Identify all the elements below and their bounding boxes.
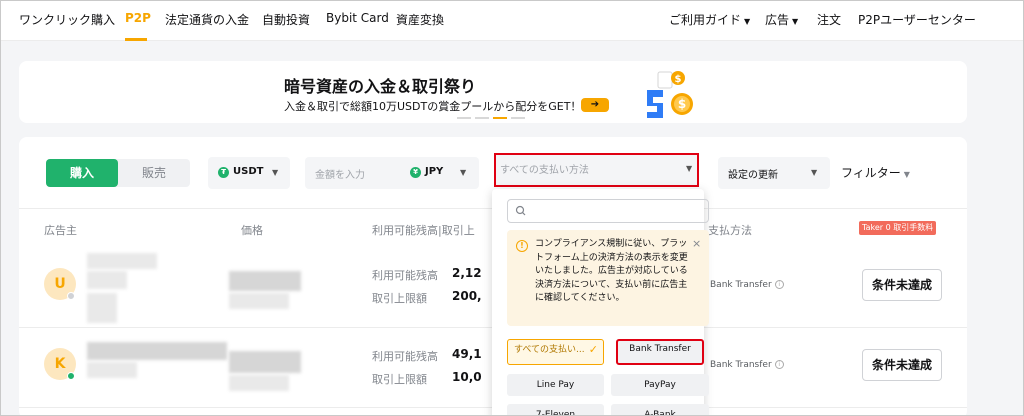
payment-method-placeholder: すべての支払い方法	[500, 165, 589, 176]
svg-text:$: $	[675, 74, 682, 85]
carousel-dot[interactable]	[511, 117, 525, 119]
option-a-bank[interactable]: A-Bank	[611, 404, 709, 415]
col-price: 価格	[241, 224, 263, 237]
limit-value: 10,0	[452, 370, 482, 384]
carousel-dots	[457, 117, 537, 120]
nav-guide[interactable]: ご利用ガイド ▼	[669, 11, 750, 28]
banner-arrow-button[interactable]: ➔	[581, 98, 609, 112]
available-value: 49,1	[452, 347, 482, 361]
svg-text:$: $	[678, 97, 686, 111]
option-7-eleven[interactable]: 7-Eleven	[507, 404, 604, 415]
online-status-dot	[67, 372, 75, 380]
coin-select-value: USDT	[233, 166, 264, 177]
app-frame: ワンクリック購入 P2P 法定通貨の入金 自動投資 Bybit Card 資産変…	[0, 0, 1024, 416]
available-label: 利用可能残高	[372, 350, 438, 363]
limit-label: 取引上限額	[372, 292, 427, 305]
search-icon	[515, 205, 526, 216]
promo-banner[interactable]: 暗号資産の入金＆取引祭り 入金＆取引で総額10万USDTの賞金プールから配分をG…	[19, 61, 967, 123]
info-icon: !	[516, 240, 528, 252]
option-bank-transfer[interactable]: Bank Transfer	[616, 339, 704, 365]
blurred-price	[229, 375, 289, 391]
nav-guide-label: ご利用ガイド	[669, 13, 742, 27]
blurred-advertiser-stats	[87, 293, 117, 323]
compliance-notice-text: コンプライアンス規制に従い、プラットフォーム上の決済方法の表示を変更いたしました…	[535, 239, 688, 303]
blurred-advertiser-name	[87, 342, 227, 360]
nav-ads-label: 広告	[765, 13, 790, 27]
payment-method-dropdown: ! コンプライアンス規制に従い、プラットフォーム上の決済方法の表示を変更いたしま…	[492, 189, 709, 415]
payment-method-tag: Bank Transfer i	[710, 280, 784, 290]
coin-select[interactable]: ₮ USDT ▼	[208, 157, 290, 189]
blurred-price	[229, 271, 301, 291]
limit-label: 取引上限額	[372, 373, 427, 386]
nav-orders[interactable]: 注文	[817, 11, 841, 28]
payment-method-label: Bank Transfer	[710, 360, 772, 370]
blurred-price	[229, 351, 301, 373]
tab-sell[interactable]: 販売	[118, 159, 190, 187]
top-nav: ワンクリック購入 P2P 法定通貨の入金 自動投資 Bybit Card 資産変…	[1, 1, 1023, 41]
blurred-price	[229, 293, 289, 309]
tab-buy[interactable]: 購入	[46, 159, 118, 187]
payment-method-label: Bank Transfer	[710, 280, 772, 290]
col-payment: 支払方法	[708, 224, 752, 237]
banner-subtitle: 入金＆取引で総額10万USDTの賞金プールから配分をGET！	[284, 100, 582, 113]
fiat-select-value[interactable]: JPY	[425, 166, 443, 177]
col-available-limit: 利用可能残高|取引上	[372, 224, 475, 237]
conditions-not-met-button[interactable]: 条件未達成	[862, 269, 942, 301]
blurred-advertiser-name	[87, 253, 157, 269]
nav-ads[interactable]: 広告 ▼	[765, 11, 798, 28]
filter-label: フィルター	[841, 166, 901, 180]
carousel-dot[interactable]	[457, 117, 471, 119]
option-all-payment-methods[interactable]: すべての支払い... ✓	[507, 339, 604, 365]
chevron-down-icon[interactable]: ▼	[460, 168, 466, 177]
promo-coin-illustration: $ $	[647, 71, 693, 118]
nav-fiat-deposit[interactable]: 法定通貨の入金	[165, 11, 249, 28]
payment-method-select[interactable]: すべての支払い方法 ▼	[494, 153, 699, 187]
carousel-dot[interactable]	[475, 117, 489, 119]
usdt-icon: ₮	[218, 167, 229, 178]
chevron-down-icon: ▼	[272, 168, 279, 177]
close-icon[interactable]: ×	[692, 237, 701, 250]
chevron-down-icon: ▼	[686, 164, 693, 173]
chevron-down-icon: ▼	[744, 17, 751, 26]
compliance-notice: ! コンプライアンス規制に従い、プラットフォーム上の決済方法の表示を変更いたしま…	[507, 230, 709, 326]
filter-button[interactable]: フィルター ▼	[841, 164, 910, 181]
info-icon[interactable]: i	[774, 280, 784, 289]
nav-auto-invest[interactable]: 自動投資	[262, 11, 310, 28]
carousel-dot-active[interactable]	[493, 117, 507, 119]
available-value: 2,12	[452, 266, 482, 280]
col-advertiser: 広告主	[44, 224, 77, 237]
banner-title: 暗号資産の入金＆取引祭り	[284, 77, 477, 96]
amount-input[interactable]: 金額を入力	[315, 166, 365, 181]
chevron-down-icon: ▼	[903, 170, 910, 179]
chevron-down-icon: ▼	[792, 17, 799, 26]
chevron-down-icon: ▼	[811, 168, 818, 177]
refresh-select-value: 設定の更新	[728, 170, 778, 181]
check-icon: ✓	[588, 343, 598, 356]
option-paypay[interactable]: PayPay	[611, 374, 709, 396]
option-label: すべての支払い...	[514, 345, 585, 355]
trade-side-tabs: 購入 販売	[46, 159, 190, 187]
nav-active-indicator	[125, 38, 147, 41]
nav-one-click-buy[interactable]: ワンクリック購入	[19, 11, 115, 28]
blurred-advertiser-stats	[87, 362, 137, 378]
blurred-advertiser-stats	[87, 271, 127, 289]
nav-user-center[interactable]: P2Pユーザーセンター	[858, 11, 976, 28]
taker-fee-badge: Taker 0 取引手数料	[859, 221, 937, 235]
nav-bybit-card[interactable]: Bybit Card	[326, 11, 389, 25]
refresh-select[interactable]: 設定の更新 ▼	[718, 157, 830, 189]
info-icon[interactable]: i	[774, 360, 784, 369]
nav-convert[interactable]: 資産変換	[396, 11, 444, 28]
nav-p2p[interactable]: P2P	[125, 11, 151, 25]
amount-input-group: 金額を入力 ¥ JPY ▼	[305, 157, 479, 189]
limit-value: 200,	[452, 289, 482, 303]
conditions-not-met-button[interactable]: 条件未達成	[862, 349, 942, 381]
payment-search-input[interactable]	[507, 199, 709, 223]
option-line-pay[interactable]: Line Pay	[507, 374, 604, 396]
payment-method-tag: Bank Transfer i	[710, 360, 784, 370]
available-label: 利用可能残高	[372, 269, 438, 282]
jpy-icon: ¥	[410, 167, 421, 178]
offline-status-dot	[67, 292, 75, 300]
p2p-panel: 購入 販売 ₮ USDT ▼ 金額を入力 ¥ JPY ▼ すべての支払い方法 ▼…	[19, 137, 967, 415]
